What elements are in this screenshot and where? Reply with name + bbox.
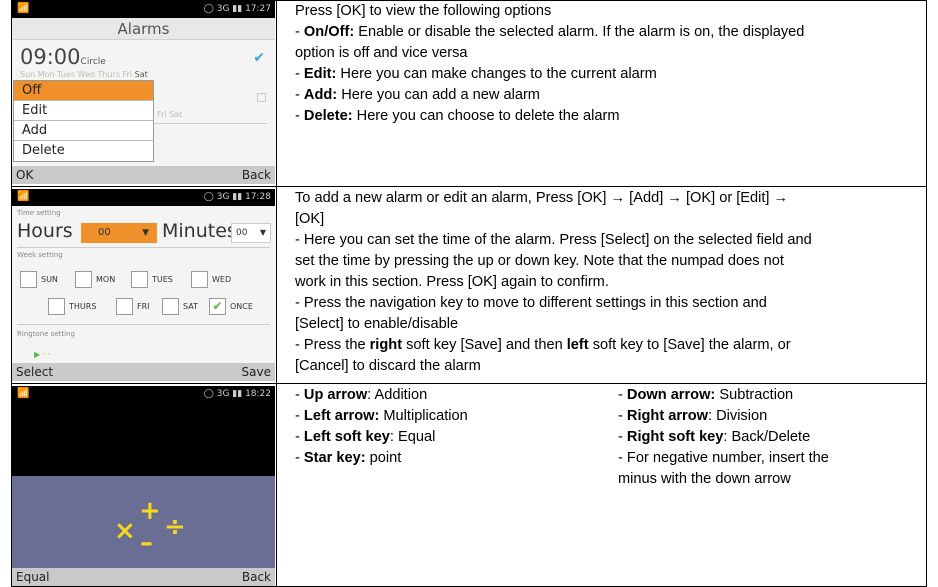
ringtone-setting-label: Ringtone setting: [17, 330, 75, 338]
alarm2-days: Fri Sat: [157, 110, 183, 119]
divide-icon[interactable]: ÷: [164, 512, 186, 542]
day-checkbox-once[interactable]: ✔ ONCE: [209, 298, 253, 315]
text-line: [Select] to enable/disable: [295, 316, 459, 332]
minus-icon[interactable]: –: [140, 528, 153, 558]
time-setting-label: Time setting: [17, 209, 61, 217]
text-line: To add a new alarm or edit an alarm, Pre…: [295, 190, 789, 206]
text-line: - Right arrow: Division: [618, 408, 768, 424]
text-line: [Cancel] to discard the alarm: [295, 358, 481, 374]
dropdown-caret-icon: ▼: [142, 228, 149, 238]
calculator-screenshot: 📶 ◯ 3G ▮▮ 18:22 × + – ÷ Equal Back: [12, 386, 275, 586]
week-setting-label: Week setting: [17, 251, 63, 259]
text-line: - Edit: Here you can make changes to the…: [295, 66, 657, 82]
soft-left-select[interactable]: Select: [16, 365, 53, 379]
softkey-bar: Select Save: [12, 363, 275, 381]
text-line: - Left soft key: Equal: [295, 429, 436, 445]
text-line: - Up arrow: Addition: [295, 387, 428, 403]
checkmark-icon: ✔: [209, 298, 226, 315]
table-border-right: [926, 0, 927, 587]
day-checkbox-fri[interactable]: FRI: [116, 298, 150, 315]
alarm-setting-screenshot: 📶 ◯ 3G ▮▮ 17:28 Time setting Hours 00 ▼ M…: [12, 189, 275, 381]
text-line: - Down arrow: Subtraction: [618, 387, 794, 403]
signal-icon: 📶: [17, 388, 30, 399]
multiply-icon[interactable]: ×: [114, 516, 136, 546]
status-bar: 📶 ◯ 3G ▮▮ 17:28: [12, 189, 275, 206]
signal-icon: 📶: [17, 191, 30, 202]
day-checkbox-tues[interactable]: TUES: [131, 271, 173, 288]
soft-left-ok[interactable]: OK: [16, 168, 33, 182]
softkey-bar: OK Back: [12, 166, 275, 184]
alarm-days: Sun Mon Tues Wed Thurs Fri Sat: [20, 70, 148, 79]
day-checkbox-mon[interactable]: MON: [75, 271, 115, 288]
row2-description: To add a new alarm or edit an alarm, Pre…: [295, 188, 920, 377]
hours-label: Hours: [17, 220, 73, 242]
text-line: - Here you can set the time of the alarm…: [295, 232, 812, 248]
operator-panel: × + – ÷: [12, 476, 275, 568]
status-indicators: ◯ 3G ▮▮ 17:28: [203, 192, 271, 202]
alarms-title: Alarms: [12, 18, 275, 40]
status-indicators: ◯ 3G ▮▮ 18:22: [203, 389, 271, 399]
dropdown-caret-icon: ▼: [259, 228, 266, 237]
alarm-checkbox[interactable]: [257, 93, 266, 102]
minutes-label: Minutes: [162, 220, 237, 242]
soft-left-equal[interactable]: Equal: [16, 570, 50, 584]
text-line: [OK]: [295, 211, 325, 227]
checkmark-icon[interactable]: ✔: [253, 50, 265, 66]
day-checkbox-thurs[interactable]: THURS: [48, 298, 96, 315]
text-line: minus with the down arrow: [618, 471, 791, 487]
text-line: option is off and vice versa: [295, 45, 468, 61]
menu-item-edit[interactable]: Edit: [14, 101, 153, 121]
column-divider: [276, 0, 277, 587]
minutes-select[interactable]: 00 ▼: [231, 223, 271, 243]
text-line: - Right soft key: Back/Delete: [618, 429, 811, 445]
ringtone-play-icon[interactable]: ▶ · ·: [34, 350, 94, 360]
options-menu: Off Edit Add Delete: [13, 80, 154, 162]
text-line: - Star key: point: [295, 450, 402, 466]
soft-right-back[interactable]: Back: [242, 168, 271, 182]
status-bar: 📶 ◯ 3G ▮▮ 17:27: [12, 1, 275, 18]
menu-item-off[interactable]: Off: [14, 81, 153, 101]
text-line: - Delete: Here you can choose to delete …: [295, 108, 620, 124]
day-checkbox-wed[interactable]: WED: [191, 271, 231, 288]
signal-icon: 📶: [17, 3, 30, 14]
day-checkbox-sun[interactable]: SUN: [20, 271, 58, 288]
text-line: work in this section. Press [OK] again t…: [295, 274, 609, 290]
status-indicators: ◯ 3G ▮▮ 17:27: [203, 4, 271, 14]
text-line: - On/Off: Enable or disable the selected…: [295, 24, 805, 40]
row3-description-right: - Down arrow: Subtraction - Right arrow:…: [618, 385, 918, 490]
menu-item-add[interactable]: Add: [14, 121, 153, 141]
alarms-menu-screenshot: 📶 ◯ 3G ▮▮ 17:27 Alarms 09:00Circle Sun M…: [12, 1, 275, 184]
text-line: - Press the right soft key [Save] and th…: [295, 337, 791, 353]
status-bar: 📶 ◯ 3G ▮▮ 18:22: [12, 386, 275, 403]
alarm-time[interactable]: 09:00Circle: [20, 45, 106, 69]
row-divider-2: [11, 383, 927, 384]
text-line: - For negative number, insert the: [618, 450, 829, 466]
row1-description: Press [OK] to view the following options…: [295, 1, 915, 127]
softkey-bar: Equal Back: [12, 568, 275, 586]
text-line: - Add: Here you can add a new alarm: [295, 87, 540, 103]
row3-description-left: - Up arrow: Addition - Left arrow: Multi…: [295, 385, 595, 469]
soft-right-back[interactable]: Back: [242, 570, 271, 584]
text-line: set the time by pressing the up or down …: [295, 253, 784, 269]
row-divider-1: [11, 186, 927, 187]
text-line: - Press the navigation key to move to di…: [295, 295, 767, 311]
section-divider: [17, 247, 270, 248]
plus-icon[interactable]: +: [139, 496, 161, 526]
day-checkbox-sat[interactable]: SAT: [162, 298, 198, 315]
menu-item-delete[interactable]: Delete: [14, 141, 153, 161]
soft-right-save[interactable]: Save: [242, 365, 271, 379]
instruction-table: 📶 ◯ 3G ▮▮ 17:27 Alarms 09:00Circle Sun M…: [11, 0, 927, 587]
hours-select[interactable]: 00 ▼: [81, 223, 157, 243]
text-line: Press [OK] to view the following options: [295, 3, 552, 19]
text-line: - Left arrow: Multiplication: [295, 408, 468, 424]
section-divider: [17, 324, 270, 325]
